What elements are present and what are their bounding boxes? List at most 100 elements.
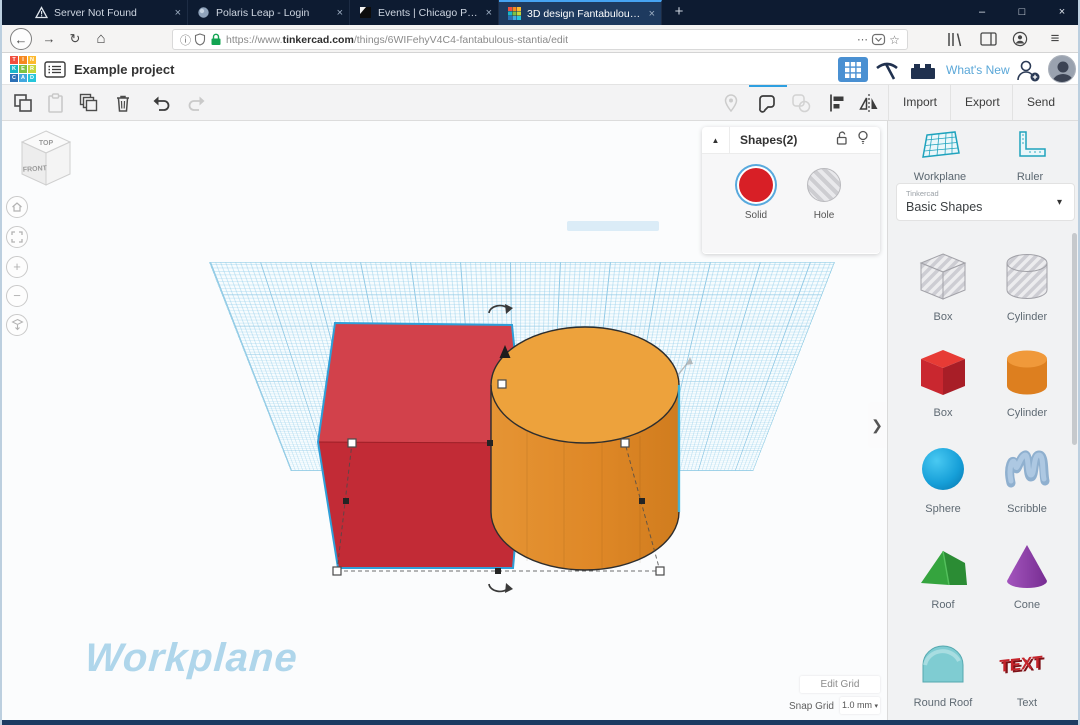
zoom-in-button[interactable]: + (6, 256, 28, 278)
unlock-icon[interactable] (830, 131, 852, 150)
view-cube[interactable]: TOP FRONT (18, 129, 74, 199)
group-icon[interactable] (756, 92, 778, 114)
grid-icon (845, 62, 861, 78)
brick-blocks-icon[interactable] (908, 60, 938, 80)
gallery-label: Round Roof (901, 697, 985, 709)
cylinder-solid-icon (999, 347, 1055, 399)
lightbulb-icon[interactable] (852, 130, 874, 150)
workplane-tool-label: Workplane (897, 171, 983, 183)
sidebar-toggle-icon[interactable] (980, 32, 997, 46)
workplane-tool-icon (919, 129, 961, 161)
minecraft-pickaxe-icon[interactable] (874, 59, 900, 81)
gallery-box-hole[interactable]: Box (901, 251, 985, 323)
home-view-button[interactable] (6, 196, 28, 218)
import-button[interactable]: Import (888, 85, 951, 120)
paste-icon[interactable] (44, 92, 66, 114)
gallery-text[interactable]: TEXT TEXT Text (985, 637, 1069, 709)
sidebar-scrollbar[interactable] (1072, 233, 1077, 445)
new-tab-button[interactable]: + (668, 2, 690, 23)
snap-grid-dropdown[interactable]: 1.0 mm ▾ (840, 697, 880, 714)
whats-new-link[interactable]: What's New (946, 63, 1010, 77)
design-canvas[interactable]: Workplane (2, 121, 887, 725)
library-icon[interactable] (946, 32, 964, 47)
account-icon[interactable] (1012, 31, 1028, 47)
invite-person-icon[interactable] (1014, 58, 1042, 84)
panel-collapse-button[interactable]: ▲ (702, 127, 730, 154)
tab-chicago-library[interactable]: Events | Chicago Public Library × (350, 0, 499, 25)
solid-swatch[interactable] (739, 168, 773, 202)
align-icon[interactable] (826, 92, 848, 114)
home-button[interactable]: ⌂ (90, 28, 112, 50)
gallery-scribble[interactable]: Scribble (985, 443, 1069, 515)
gallery-cone[interactable]: Cone (985, 539, 1069, 611)
duplicate-icon[interactable] (78, 92, 100, 114)
browser-navbar: ← → ↻ ⌂ ⓘ https://www.tinkercad.com/thin… (2, 25, 1080, 53)
scribble-icon (999, 443, 1055, 495)
tab-close-icon[interactable]: × (486, 7, 492, 19)
menu-icon[interactable]: ≡ (1044, 28, 1066, 50)
mirror-icon[interactable] (858, 92, 880, 114)
roof-icon (915, 539, 971, 591)
bookmark-star-icon[interactable]: ☆ (886, 33, 903, 47)
tinkercad-logo[interactable]: TIN KER CAD (10, 56, 36, 82)
gallery-round-roof[interactable]: Round Roof (901, 637, 985, 709)
avatar[interactable] (1048, 55, 1076, 83)
redo-icon[interactable] (186, 92, 208, 114)
sidebar-collapse-handle[interactable]: ❯ (868, 402, 886, 448)
cylinder-hole-icon (999, 251, 1055, 303)
tab-close-icon[interactable]: × (337, 7, 343, 19)
workplane-tool[interactable]: Workplane (897, 129, 983, 183)
forward-button[interactable]: → (38, 28, 60, 50)
pocket-icon[interactable] (871, 33, 886, 46)
tab-close-icon[interactable]: × (649, 8, 655, 20)
selection-highlight-artifact (567, 221, 659, 231)
solid-option[interactable]: Solid (726, 168, 786, 221)
lock-icon[interactable] (208, 33, 224, 46)
send-to-button[interactable]: Send To (1012, 85, 1080, 120)
gallery-cylinder-hole[interactable]: Cylinder (985, 251, 1069, 323)
workplane-pin-icon[interactable] (720, 92, 742, 114)
hole-option[interactable]: Hole (794, 168, 854, 221)
maximize-button[interactable]: □ (1002, 0, 1042, 25)
tab-close-icon[interactable]: × (175, 7, 181, 19)
browser-window: Server Not Found × Polaris Leap - Login … (0, 0, 1080, 725)
copy-icon[interactable] (12, 92, 34, 114)
close-button[interactable]: × (1042, 0, 1080, 25)
rotate-handle-side[interactable] (678, 357, 693, 375)
tab-server-not-found[interactable]: Server Not Found × (26, 0, 188, 25)
shape-category-dropdown[interactable]: Tinkercad Basic Shapes ▾ (896, 183, 1075, 221)
address-bar[interactable]: ⓘ https://www.tinkercad.com/things/6WIFe… (172, 29, 908, 50)
dropdown-brand: Tinkercad (906, 189, 939, 198)
fit-view-button[interactable] (6, 226, 28, 248)
gallery-roof[interactable]: Roof (901, 539, 985, 611)
gallery-cylinder-solid[interactable]: Cylinder (985, 347, 1069, 419)
page-actions-icon[interactable]: ⋯ (854, 33, 871, 46)
reload-button[interactable]: ↻ (64, 28, 86, 50)
gallery-box-solid[interactable]: Box (901, 347, 985, 419)
orange-cylinder-shape[interactable] (491, 327, 679, 570)
delete-icon[interactable] (112, 92, 134, 114)
rotate-handle-bottom[interactable] (489, 583, 513, 593)
project-title: Example project (74, 62, 174, 77)
tab-tinkercad-active[interactable]: 3D design Fantabulous Stantia × (499, 0, 662, 25)
gallery-sphere[interactable]: Sphere (901, 443, 985, 515)
back-button[interactable]: ← (10, 28, 32, 50)
undo-icon[interactable] (150, 92, 172, 114)
zoom-out-button[interactable]: − (6, 285, 28, 307)
hole-swatch[interactable] (807, 168, 841, 202)
tab-title: Events | Chicago Public Library (378, 7, 479, 19)
export-button[interactable]: Export (950, 85, 1014, 120)
3d-designs-button[interactable] (838, 57, 868, 82)
tab-title: Polaris Leap - Login (216, 7, 330, 19)
ruler-tool[interactable]: Ruler (987, 129, 1073, 183)
minimize-button[interactable]: – (962, 0, 1002, 25)
ungroup-icon[interactable] (790, 92, 812, 114)
info-icon[interactable]: ⓘ (177, 32, 194, 48)
edit-grid-button[interactable]: Edit Grid (800, 676, 880, 693)
tab-polaris-leap[interactable]: Polaris Leap - Login × (188, 0, 350, 25)
rotate-handle-top[interactable] (489, 304, 513, 314)
shield-icon[interactable] (194, 33, 206, 46)
round-roof-icon (915, 637, 971, 689)
perspective-toggle-button[interactable] (6, 314, 28, 336)
properties-list-icon[interactable] (44, 61, 66, 78)
